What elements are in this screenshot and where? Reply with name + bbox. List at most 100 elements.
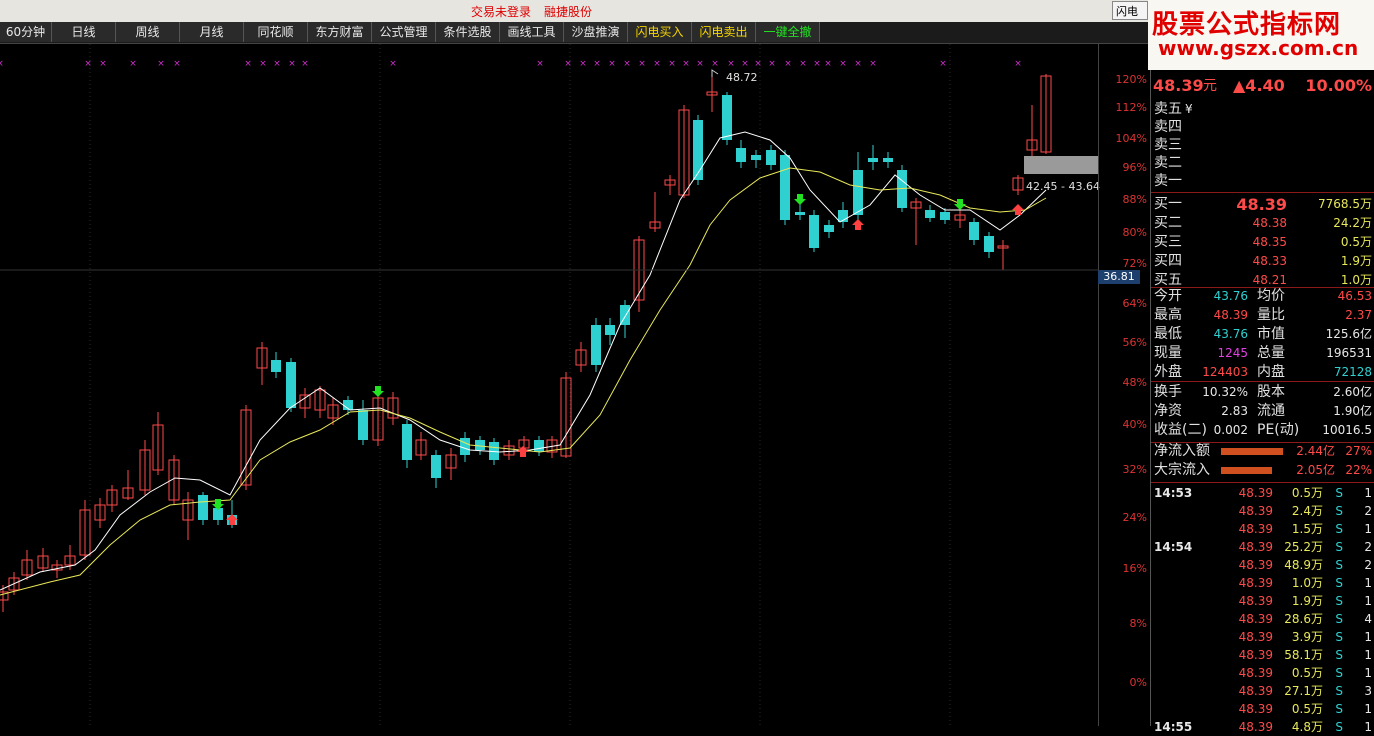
stat-value: 2.83 bbox=[1221, 404, 1248, 418]
stat-value: 10016.5 bbox=[1322, 423, 1372, 437]
stat-label: 量比 bbox=[1257, 307, 1285, 323]
buy-volume: 24.2万 bbox=[1333, 216, 1372, 230]
y-axis-label: 88% bbox=[1122, 193, 1147, 206]
logo-url: www.gszx.com.cn bbox=[1158, 36, 1359, 60]
toolbar-button[interactable]: 日线 bbox=[52, 22, 116, 42]
trade-price: 48.39 bbox=[1238, 576, 1273, 590]
stat-label: 收益(二) bbox=[1154, 422, 1207, 438]
buy-level-label: 买二 bbox=[1154, 215, 1182, 231]
stat-row: 收益(二) 0.002 PE(动) 10016.5 bbox=[1151, 421, 1374, 440]
candle-body bbox=[198, 495, 208, 520]
trade-price: 48.39 bbox=[1238, 594, 1273, 608]
signal-marker: × bbox=[1014, 59, 1022, 69]
sell-arrow-icon bbox=[852, 219, 864, 230]
stat-label: 最低 bbox=[1154, 326, 1182, 342]
stat-row: 最高 48.39 量比 2.37 bbox=[1151, 306, 1374, 325]
candle-body bbox=[809, 215, 819, 248]
trade-row: 48.39 2.4万 S 2 bbox=[1151, 502, 1374, 520]
trade-login-status[interactable]: 交易未登录 bbox=[471, 3, 531, 20]
candle-body bbox=[605, 325, 615, 335]
candle-body bbox=[751, 155, 761, 160]
signal-marker: × bbox=[741, 59, 749, 69]
trade-price: 48.39 bbox=[1238, 720, 1273, 734]
flow-pct: 22% bbox=[1345, 463, 1372, 477]
y-axis-label: 24% bbox=[1122, 511, 1147, 524]
signal-marker: × bbox=[273, 59, 281, 69]
y-axis-label: 16% bbox=[1122, 562, 1147, 575]
candle-body bbox=[824, 225, 834, 232]
price-unit: 元 bbox=[1203, 78, 1217, 94]
flow-bar bbox=[1221, 467, 1272, 474]
trade-side: S bbox=[1335, 504, 1343, 518]
stat-value: 46.53 bbox=[1337, 289, 1372, 303]
candle-body bbox=[780, 155, 790, 220]
stat-label: 现量 bbox=[1154, 345, 1182, 361]
trade-row: 48.39 0.5万 S 1 bbox=[1151, 664, 1374, 682]
trade-row: 48.39 1.0万 S 1 bbox=[1151, 574, 1374, 592]
stat-label: 换手 bbox=[1154, 384, 1182, 400]
buy-price: 48.39 bbox=[1236, 195, 1287, 214]
stat-value: 72128 bbox=[1333, 365, 1372, 379]
toolbar-button[interactable]: 公式管理 bbox=[372, 22, 436, 42]
candle-body bbox=[693, 120, 703, 180]
trade-price: 48.39 bbox=[1238, 504, 1273, 518]
toolbar-button[interactable]: 东方财富 bbox=[308, 22, 372, 42]
stat-row: 外盘 124403 内盘 72128 bbox=[1151, 363, 1374, 382]
toolbar-button[interactable]: 画线工具 bbox=[500, 22, 564, 42]
toolbar-button[interactable]: 月线 bbox=[180, 22, 244, 42]
flow-row: 大宗流入 2.05亿 22% bbox=[1151, 461, 1374, 480]
stock-name-link[interactable]: 融捷股份 bbox=[544, 3, 592, 20]
sell-order-row: 卖三 bbox=[1151, 136, 1374, 155]
stat-label: 内盘 bbox=[1257, 364, 1285, 380]
y-axis-label: 56% bbox=[1122, 336, 1147, 349]
toolbar-button[interactable]: 同花顺 bbox=[244, 22, 308, 42]
trade-count: 4 bbox=[1364, 612, 1372, 626]
flow-label: 净流入额 bbox=[1154, 443, 1210, 459]
candle-body bbox=[969, 222, 979, 240]
toolbar-button[interactable]: 周线 bbox=[116, 22, 180, 42]
stat-value: 10.32% bbox=[1202, 385, 1248, 399]
toolbar-button[interactable]: 闪电买入 bbox=[628, 22, 692, 42]
trade-count: 1 bbox=[1364, 522, 1372, 536]
signal-marker: × bbox=[259, 59, 267, 69]
toolbar-button[interactable]: 沙盘推演 bbox=[564, 22, 628, 42]
signal-marker: × bbox=[727, 59, 735, 69]
toolbar-button[interactable]: 一键全撤 bbox=[756, 22, 820, 42]
trade-count: 2 bbox=[1364, 540, 1372, 554]
high-price-label: 48.72 bbox=[726, 71, 758, 84]
candle-body bbox=[402, 424, 412, 460]
stat-value: 1.90亿 bbox=[1333, 404, 1372, 418]
trade-side: S bbox=[1335, 630, 1343, 644]
high-pointer bbox=[711, 69, 719, 77]
flash-trade-window-button[interactable]: 闪电手 bbox=[1112, 1, 1148, 37]
y-axis-label: 112% bbox=[1115, 101, 1147, 114]
signal-marker: × bbox=[301, 59, 309, 69]
buy-order-row: 买四 48.33 1.9万 bbox=[1151, 252, 1374, 271]
trade-volume: 1.5万 bbox=[1291, 522, 1323, 536]
trade-side: S bbox=[1335, 540, 1343, 554]
crosshair-price-tag: 36.81 bbox=[1098, 270, 1140, 284]
candlestick-chart[interactable]: × × × × × × × × × × × × × × × × × × × × × × × × × × × × × × × × × × × × × 48.… bbox=[0, 44, 1150, 726]
signal-marker: × bbox=[824, 59, 832, 69]
toolbar-button[interactable]: 60分钟 bbox=[0, 22, 52, 42]
trade-volume: 25.2万 bbox=[1284, 540, 1323, 554]
signal-marker: × bbox=[244, 59, 252, 69]
candle-body bbox=[853, 170, 863, 215]
trade-time: 14:55 bbox=[1154, 720, 1193, 734]
stat-label: 最高 bbox=[1154, 307, 1182, 323]
signal-marker: × bbox=[682, 59, 690, 69]
candle-body bbox=[984, 236, 994, 252]
trade-row: 48.39 28.6万 S 4 bbox=[1151, 610, 1374, 628]
quote-header: 48.39 元 ▲4.40 10.00% bbox=[1151, 75, 1374, 97]
toolbar-button[interactable]: 条件选股 bbox=[436, 22, 500, 42]
flow-label: 大宗流入 bbox=[1154, 462, 1210, 478]
toolbar-button[interactable]: 闪电卖出 bbox=[692, 22, 756, 42]
trade-volume: 1.0万 bbox=[1291, 576, 1323, 590]
trade-volume: 0.5万 bbox=[1291, 666, 1323, 680]
stat-row: 今开 43.76 均价 46.53 bbox=[1151, 287, 1374, 306]
signal-marker: × bbox=[696, 59, 704, 69]
trade-price: 48.39 bbox=[1238, 540, 1273, 554]
trade-price: 48.39 bbox=[1238, 612, 1273, 626]
signal-marker: × bbox=[564, 59, 572, 69]
price-range-label: 42.45 - 43.64 bbox=[1026, 180, 1100, 193]
